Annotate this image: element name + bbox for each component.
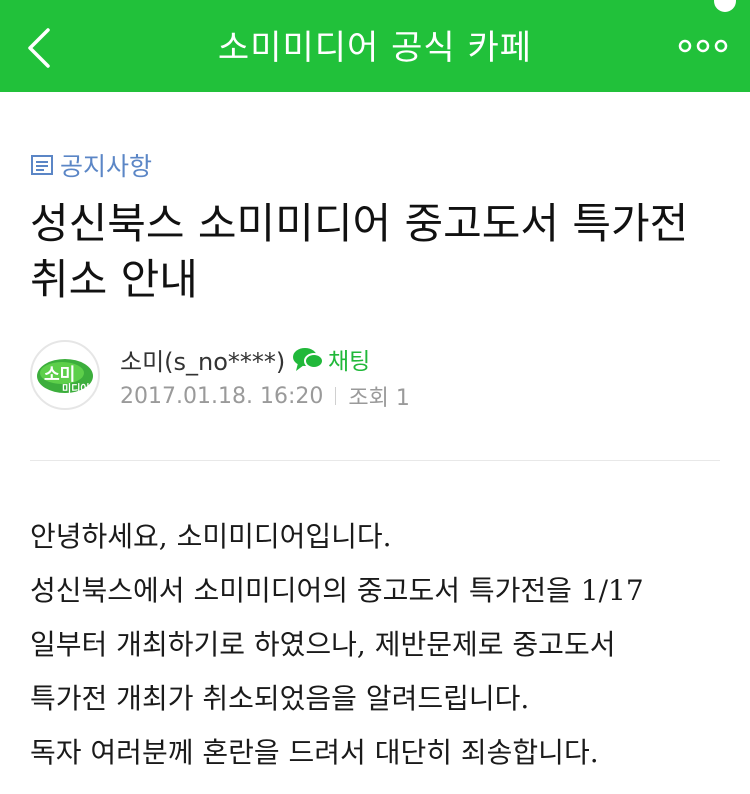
post-title: 성신북스 소미미디어 중고도서 특가전 취소 안내: [30, 199, 689, 304]
more-dots-icon: [678, 39, 728, 53]
section-divider: [30, 460, 720, 461]
body-line: 일부터 개최하기로 하였으나, 제반문제로 중고도서: [30, 628, 616, 661]
category-label: 공지사항: [60, 152, 153, 181]
post-date: 2017.01.18. 16:20: [120, 383, 324, 409]
list-icon: [31, 155, 53, 175]
more-button[interactable]: [676, 32, 730, 60]
author-name[interactable]: 소미(s_no****): [120, 342, 285, 377]
chat-bubble-icon: [293, 348, 324, 371]
somi-media-logo: 소미 미디어: [37, 359, 93, 395]
author-info: 소미 미디어 소미(s_no****) 채팅 2017.01.18. 16:20…: [30, 340, 720, 412]
cafe-title: 소미미디어 공식 카페: [217, 28, 533, 68]
body-line: 독자 여러분께 혼란을 드려서 대단히 죄송합니다.: [30, 736, 599, 769]
chat-button[interactable]: 채팅: [292, 342, 370, 376]
chat-label: 채팅: [328, 349, 371, 375]
svg-text:소미: 소미: [44, 365, 75, 385]
status-indicator: [714, 0, 736, 12]
top-app-bar: 소미미디어 공식 카페: [0, 0, 750, 92]
board-category-link[interactable]: 공지사항: [30, 148, 152, 182]
view-count: 조회 1: [348, 386, 410, 411]
body-line: 안녕하세요, 소미미디어입니다.: [30, 520, 392, 553]
meta-divider: [335, 387, 337, 405]
avatar[interactable]: 소미 미디어: [30, 340, 100, 410]
body-line: 성신북스에서 소미미디어의 중고도서 특가전을 1/17: [30, 574, 644, 607]
svg-text:미디어: 미디어: [62, 382, 90, 395]
body-line: 특가전 개최가 취소되었음을 알려드립니다.: [30, 682, 530, 715]
post-meta: 2017.01.18. 16:20 조회 1: [120, 380, 410, 412]
post-body: 안녕하세요, 소미미디어입니다. 성신북스에서 소미미디어의 중고도서 특가전을…: [30, 510, 730, 780]
